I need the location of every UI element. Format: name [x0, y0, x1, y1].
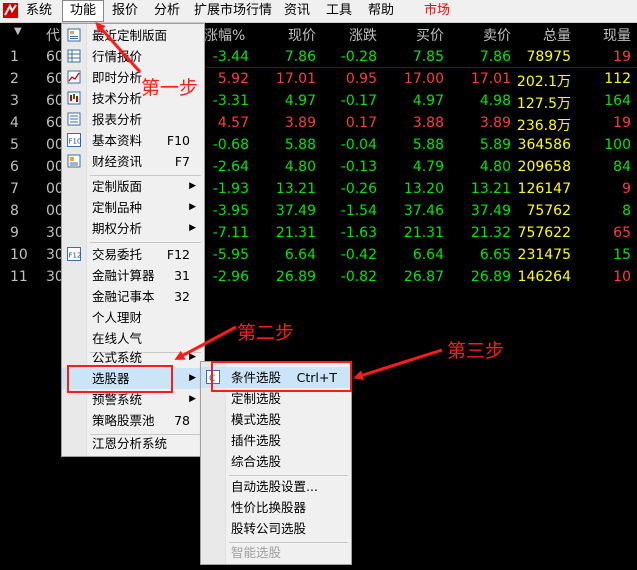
step1-arrow [95, 22, 142, 73]
step3-arrow [353, 348, 443, 380]
annotation-arrows [95, 22, 443, 380]
step2-arrow [174, 325, 237, 360]
